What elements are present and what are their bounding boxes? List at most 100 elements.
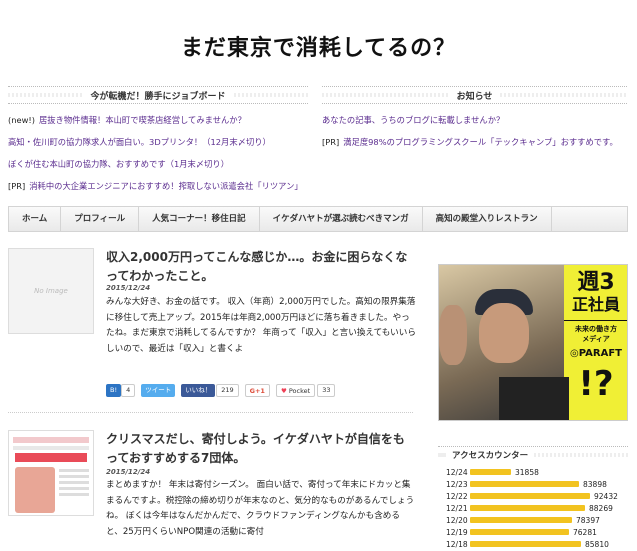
counter-row: 12/19 76281: [446, 526, 626, 538]
header-bar-left: [322, 93, 449, 97]
nav-item-home[interactable]: ホーム: [9, 207, 62, 231]
counter-value: 78397: [576, 515, 600, 525]
header-bar-right: [233, 93, 309, 97]
counter-row: 12/23 83898: [446, 478, 626, 490]
job-link[interactable]: ぼくが住む本山町の協力隊、おすすめです（1月末〆切り）: [8, 153, 308, 175]
ad-photo-laptop: [499, 377, 569, 420]
ad-line4: メディア: [582, 335, 610, 343]
counter-bar: [470, 529, 569, 535]
link-text[interactable]: あなたの記事、うちのブログに転載しませんか？: [322, 115, 504, 125]
pocket-button[interactable]: ♥ Pocket: [275, 384, 316, 397]
nav-item-profile[interactable]: プロフィール: [61, 207, 140, 231]
post-entry: No Image 収入2,000万円ってこんな感じか…。お金に困らなくなってわか…: [8, 248, 416, 408]
job-link[interactable]: 高知・佐川町の協力隊求人が面白い。3Dプリンタ！（12月末〆切り）: [8, 131, 308, 153]
counter-date: 12/24: [446, 467, 468, 477]
ad-copy: 週3 正社員 未来の働き方 メディア ◎PARAFT !?: [564, 270, 627, 404]
site-title[interactable]: まだ東京で消耗してるの？: [0, 30, 637, 62]
nav-item-restaurant[interactable]: 高知の殿堂入りレストラン: [423, 207, 552, 231]
counter-value: 85810: [585, 539, 609, 549]
ad-photo: [439, 265, 569, 420]
post-title[interactable]: 収入2,000万円ってこんな感じか…。お金に困らなくなってわかったこと。: [106, 248, 411, 286]
counter-date: 12/22: [446, 491, 468, 501]
counter-row: 12/20 78397: [446, 514, 626, 526]
hatena-bookmark-button[interactable]: B!: [106, 384, 122, 397]
pocket-count: 33: [317, 384, 336, 397]
job-board-title: 今が転機だ！勝手にジョブボード: [90, 91, 226, 102]
link-text[interactable]: 高知・佐川町の協力隊求人が面白い。3Dプリンタ！（12月末〆切り）: [8, 137, 271, 147]
counter-date: 12/23: [446, 479, 468, 489]
link-text[interactable]: 居抜き物件情報！本山町で喫茶店経営してみませんか？: [39, 115, 246, 125]
nav-item-popular[interactable]: 人気コーナー！移住日記: [139, 207, 260, 231]
counter-date: 12/18: [446, 539, 468, 549]
thumb-text-lines: [59, 469, 89, 472]
notice-board-title: お知らせ: [456, 91, 493, 102]
job-board: 今が転機だ！勝手にジョブボード (new!) 居抜き物件情報！本山町で喫茶店経営し…: [8, 86, 309, 197]
facebook-group: いいね！ 219: [181, 384, 239, 397]
notice-board-header: お知らせ: [322, 86, 628, 104]
notice-link[interactable]: あなたの記事、うちのブログに転載しませんか？: [322, 109, 627, 131]
ad-photo-person-left: [439, 305, 467, 365]
ad-line1: 週3: [577, 270, 615, 295]
thumb-header-band: [13, 437, 89, 443]
nav-item-manga[interactable]: イケダハヤトが選ぶ読むべきマンガ: [260, 207, 423, 231]
link-prefix: [PR]: [8, 181, 26, 191]
job-link[interactable]: (new!) 居抜き物件情報！本山町で喫茶店経営してみませんか？: [8, 109, 308, 131]
link-text[interactable]: 満足度98%のプログラミングスクール「テックキャンプ」おすすめです。: [343, 137, 618, 147]
counter-row: 12/22 92432: [446, 490, 626, 502]
global-nav: ホーム プロフィール 人気コーナー！移住日記 イケダハヤトが選ぶ読むべきマンガ …: [8, 206, 628, 232]
header-bar-left: [8, 93, 83, 97]
post-date: 2015/12/24: [106, 284, 151, 292]
notice-board: お知らせ あなたの記事、うちのブログに転載しませんか？ [PR] 満足度98%のプ…: [322, 86, 628, 153]
post-title[interactable]: クリスマスだし、寄付しよう。イケダハヤトが自信をもっておすすめする7団体。: [106, 430, 411, 468]
ad-exclaim: !?: [578, 364, 614, 404]
counter-date: 12/21: [446, 503, 468, 513]
link-text[interactable]: ぼくが住む本山町の協力隊、おすすめです（1月末〆切り）: [8, 159, 229, 169]
job-board-header: 今が転機だ！勝手にジョブボード: [8, 86, 309, 104]
post-divider: [8, 412, 413, 413]
post-excerpt: まとめますか！ 年末は寄付シーズン。 面白い話で、寄付って年末にドカッと集まるん…: [106, 480, 415, 537]
thumb-photo: [15, 467, 55, 513]
share-buttons: B! 4 ツイート いいね！ 219 G+1 ♥ Pocket 33: [106, 384, 336, 397]
access-counter-title: アクセスカウンター: [452, 450, 529, 461]
counter-row: 12/21 88269: [446, 502, 626, 514]
ad-line2: 正社員: [571, 295, 620, 314]
counter-value: 88269: [589, 503, 613, 513]
link-text[interactable]: 消耗中の大企業エンジニアにおすすめ！搾取しない派遣会社「リツアン」: [29, 181, 302, 191]
access-counter-list: 12/24 31858 12/23 83898 12/22 92432 12/21 88269…: [446, 466, 626, 550]
post-thumbnail[interactable]: No Image: [8, 248, 94, 334]
ad-photo-person-center: [479, 303, 529, 363]
counter-bar: [470, 517, 572, 523]
job-link[interactable]: [PR] 消耗中の大企業エンジニアにおすすめ！搾取しない派遣会社「リツアン」: [8, 175, 308, 197]
no-image-label: No Image: [34, 287, 68, 295]
counter-date: 12/19: [446, 527, 468, 537]
sidebar-ad-banner[interactable]: 週3 正社員 未来の働き方 メディア ◎PARAFT !?: [438, 264, 628, 421]
hatena-count: 4: [121, 384, 136, 397]
facebook-count: 219: [216, 384, 239, 397]
counter-bar: [470, 493, 590, 499]
post-excerpt: みんな大好き、お金の話です。 収入（年商）2,000万円でした。高知の限界集落に…: [106, 297, 416, 354]
google-plus-button[interactable]: G+1: [244, 384, 270, 397]
tweet-button[interactable]: ツイート: [141, 384, 176, 397]
notice-board-links: あなたの記事、うちのブログに転載しませんか？ [PR] 満足度98%のプログラミン…: [322, 109, 627, 153]
post-thumbnail[interactable]: [8, 430, 94, 516]
counter-bar: [470, 481, 579, 487]
counter-row: 12/24 31858: [446, 466, 626, 478]
facebook-like-button[interactable]: いいね！: [181, 384, 216, 397]
counter-value: 92432: [594, 491, 618, 501]
header-bar-right: [500, 93, 628, 97]
access-counter-header: アクセスカウンター: [438, 446, 628, 462]
notice-link[interactable]: [PR] 満足度98%のプログラミングスクール「テックキャンプ」おすすめです。: [322, 131, 627, 153]
header-bar-left: [438, 452, 446, 457]
post-date: 2015/12/24: [106, 468, 151, 476]
hatena-group: B! 4: [106, 384, 136, 397]
pocket-icon: ♥: [280, 387, 287, 395]
counter-bar: [470, 505, 585, 511]
ad-line3: 未来の働き方: [564, 320, 627, 334]
counter-value: 76281: [573, 527, 597, 537]
link-prefix: [PR]: [322, 137, 340, 147]
link-prefix: (new!): [8, 115, 35, 125]
header-bar-right: [534, 452, 628, 457]
counter-bar: [470, 469, 511, 475]
thumb-logo-band: [15, 453, 87, 462]
post-entry: クリスマスだし、寄付しよう。イケダハヤトが自信をもっておすすめする7団体。 20…: [8, 430, 415, 551]
